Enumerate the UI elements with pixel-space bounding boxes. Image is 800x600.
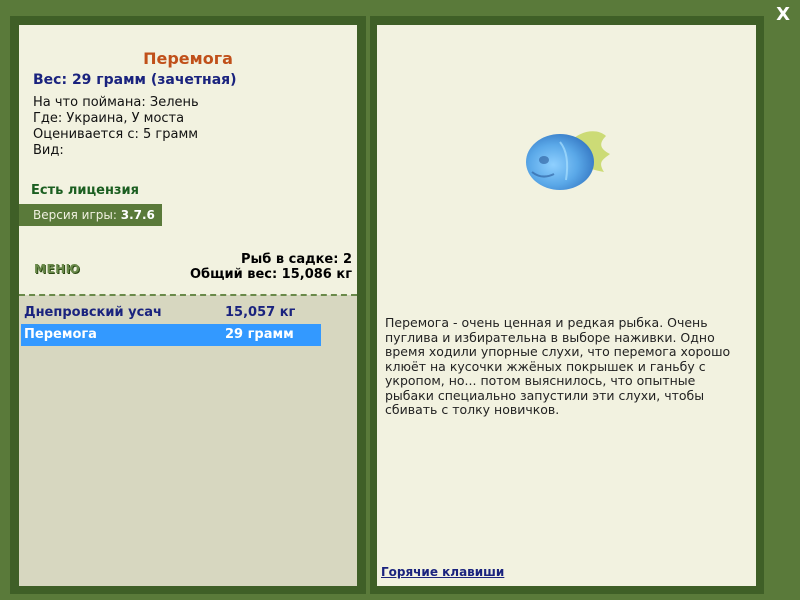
- fish-weight: Вес: 29 грамм (зачетная): [33, 72, 237, 88]
- bait-info: На что поймана: Зелень: [33, 95, 199, 110]
- info-panel: Перемога Вес: 29 грамм (зачетная) На что…: [19, 25, 357, 586]
- version-label: Версия игры:: [33, 208, 121, 222]
- keeper-summary: Рыб в садке: 2 Общий вес: 15,086 кг: [190, 252, 352, 282]
- divider: [19, 294, 357, 296]
- keeper-count: Рыб в садке: 2: [240, 252, 352, 267]
- fish-icon: [526, 131, 610, 190]
- close-button[interactable]: X: [776, 4, 790, 25]
- fish-description: Перемога - очень ценная и редкая рыбка. …: [385, 315, 731, 417]
- keeper-total-weight: Общий вес: 15,086 кг: [189, 267, 352, 282]
- description-panel: Перемога - очень ценная и редкая рыбка. …: [377, 25, 756, 586]
- location-info: Где: Украина, У моста: [33, 111, 185, 126]
- catch-name: Днепровский усач: [24, 305, 162, 320]
- hotkeys-link[interactable]: Горячие клавиши: [381, 565, 504, 579]
- fish-info-section: Перемога Вес: 29 грамм (зачетная) На что…: [19, 25, 357, 295]
- catch-weight: 29 грамм: [225, 327, 294, 342]
- catch-list-item[interactable]: Днепровский усач 15,057 кг: [21, 302, 321, 324]
- catch-name: Перемога: [24, 327, 97, 342]
- version-value: 3.7.6: [120, 208, 155, 222]
- species-info: Вид:: [33, 143, 64, 158]
- license-status: Есть лицензия: [31, 183, 139, 198]
- fish-name-title: Перемога: [143, 49, 233, 68]
- valued-from-info: Оценивается с: 5 грамм: [33, 127, 199, 142]
- menu-button[interactable]: МЕНЮ: [34, 262, 80, 276]
- version-bar: Версия игры: 3.7.6: [19, 204, 162, 226]
- catch-weight: 15,057 кг: [225, 305, 296, 320]
- catch-list-item-selected[interactable]: Перемога 29 грамм: [21, 324, 321, 346]
